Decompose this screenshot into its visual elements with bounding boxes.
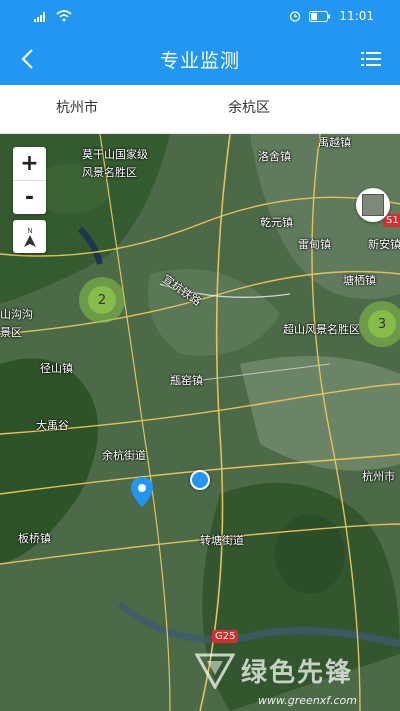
place-label: 雷甸镇	[298, 238, 331, 251]
district-select[interactable]: 余杭区	[228, 85, 270, 133]
place-label: 乾元镇	[260, 216, 293, 229]
place-label: 径山镇	[40, 362, 73, 375]
current-location-dot	[190, 470, 210, 490]
monitoring-site-marker[interactable]	[130, 476, 154, 512]
layer-thumbnail-icon	[362, 194, 384, 216]
status-time: 11:01	[339, 9, 374, 23]
list-menu-button[interactable]	[354, 42, 388, 76]
status-bar: 11:01	[0, 0, 400, 32]
signal-icon	[34, 12, 45, 22]
layer-toggle-button[interactable]	[356, 188, 390, 222]
cluster-count: 3	[368, 310, 396, 338]
place-label: 洛舍镇	[258, 150, 291, 163]
watermark-logo-icon	[195, 653, 235, 689]
place-label: 大禹谷	[36, 419, 69, 432]
alarm-icon	[290, 11, 301, 22]
battery-icon	[309, 10, 331, 22]
place-label: 新安镇	[368, 238, 400, 251]
zoom-in-button[interactable]: +	[13, 147, 46, 180]
place-label: 风景名胜区	[82, 166, 137, 179]
status-right: 11:01	[289, 8, 374, 24]
cluster-marker[interactable]: 3	[359, 301, 400, 347]
page-title: 专业监测	[159, 50, 240, 72]
nav-bar: 专业监测	[0, 32, 400, 85]
cluster-count: 2	[88, 286, 116, 314]
city-select[interactable]: 杭州市	[56, 85, 98, 133]
region-selector: 杭州市 余杭区	[0, 85, 400, 134]
place-label: 杭州市	[362, 470, 395, 483]
map-pin-icon	[131, 477, 153, 507]
zoom-control: + -	[13, 147, 46, 214]
place-label: 余杭街道	[102, 449, 146, 462]
cluster-marker[interactable]: 2	[79, 277, 125, 323]
place-label: 超山风景名胜区	[283, 323, 360, 336]
wifi-icon	[56, 10, 72, 22]
compass-n-label: N	[27, 228, 32, 235]
place-label: 板桥镇	[18, 532, 51, 545]
place-label: 禹越镇	[318, 136, 351, 149]
watermark-text: 绿色先锋	[241, 658, 354, 688]
road-shield: G25	[212, 630, 239, 643]
status-left	[34, 8, 72, 24]
watermark: 绿色先锋	[195, 652, 353, 689]
place-label: 景区	[0, 326, 22, 339]
list-icon	[361, 52, 381, 66]
compass-icon: N	[23, 228, 36, 247]
watermark-url: www.greenxf.com	[258, 694, 357, 707]
satellite-map[interactable]: 莫干山国家级 风景名胜区 洛舍镇 乾元镇 雷甸镇 新安镇 塘栖镇 超山风景名胜区…	[0, 134, 400, 711]
place-label: 山沟沟	[0, 308, 33, 321]
place-label: 莫干山国家级	[82, 148, 148, 161]
place-label: 塘栖镇	[343, 274, 376, 287]
compass-button[interactable]: N	[13, 220, 46, 253]
place-label: 瓶窑镇	[170, 374, 203, 387]
place-label: 转塘街道	[200, 534, 244, 547]
zoom-out-button[interactable]: -	[13, 180, 46, 214]
